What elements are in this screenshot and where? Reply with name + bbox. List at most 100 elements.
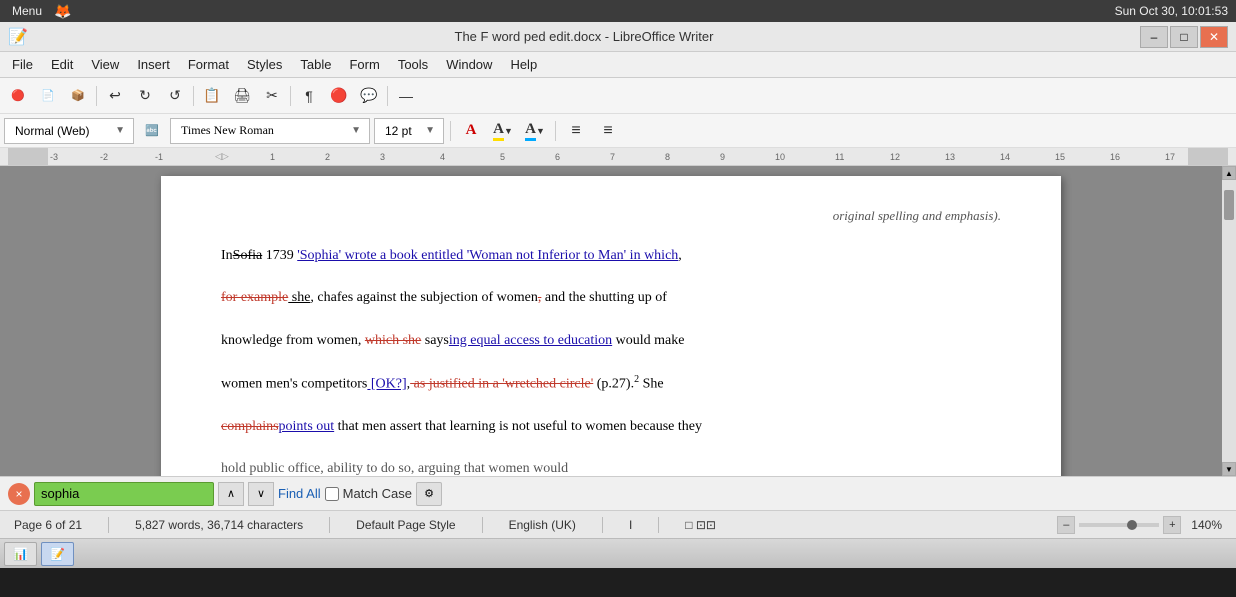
firefox-icon: 🦊 [54,3,71,20]
text-in: In [221,248,233,263]
track-changes-btn[interactable]: 🔴 [325,83,353,109]
menu-form[interactable]: Form [341,55,387,74]
text-she: She [639,377,664,392]
menu-label[interactable]: Menu [8,4,46,18]
scroll-down-btn[interactable]: ▼ [1222,462,1236,476]
titlebar-left: 📝 [8,27,28,47]
text-1739: 1739 [262,248,297,263]
text-women-competitors: women men's competitors [221,377,367,392]
paragraph-style-select[interactable]: Normal (Web) ▼ [4,118,134,144]
macro-record-btn[interactable]: 🔴 [4,83,32,109]
menu-styles[interactable]: Styles [239,55,290,74]
zoom-out-btn[interactable]: – [1057,516,1075,534]
zoom-thumb[interactable] [1127,520,1137,530]
menu-file[interactable]: File [4,55,41,74]
system-bar: Menu 🦊 Sun Oct 30, 10:01:53 [0,0,1236,22]
cut-btn[interactable]: ✂ [258,83,286,109]
match-case-checkbox[interactable] [325,487,339,501]
find-prev-btn[interactable]: ∧ [218,482,244,506]
maximize-button[interactable]: □ [1170,26,1198,48]
text-knowledge: knowledge from women, [221,333,365,348]
text-and-shutting: and the shutting up of [541,290,667,305]
align-right-btn[interactable]: ≡ [594,118,622,144]
find-input[interactable] [34,482,214,506]
font-size-value: 12 pt [379,124,421,138]
fmt-sep1 [450,121,451,141]
character-highlight-btn[interactable]: A ▼ [489,118,517,144]
minimize-button[interactable]: – [1140,26,1168,48]
paragraph-3: knowledge from women, which she saysing … [221,330,1001,352]
page-content: original spelling and emphasis). InSofia… [221,206,1001,476]
find-options-btn[interactable]: ⚙ [416,482,442,506]
character-styles-btn[interactable]: 🔤 [138,118,166,144]
menu-table[interactable]: Table [292,55,339,74]
text-that-men: that men assert that learning is not use… [334,419,702,434]
cursor-pos: I [623,518,638,532]
find-close-btn[interactable]: × [8,483,30,505]
formatting-marks-btn[interactable]: ¶ [295,83,323,109]
scroll-up-btn[interactable]: ▲ [1222,166,1236,180]
macro-run-btn[interactable]: 📦 [64,83,92,109]
paragraph-style-arrow: ▼ [111,125,129,136]
font-size-select[interactable]: 12 pt ▼ [374,118,444,144]
clipboard-btn[interactable]: 📋 [198,83,226,109]
undo-btn[interactable]: ↩ [101,83,129,109]
calc-icon: 📊 [13,547,28,561]
toolbar-sep4 [387,86,388,106]
scroll-thumb[interactable] [1224,190,1234,220]
link-ok: [OK?] [367,377,406,392]
language: English (UK) [503,518,582,532]
highlight-dropdown[interactable]: ▼ [504,126,513,136]
menu-format[interactable]: Format [180,55,237,74]
find-all-label[interactable]: Find All [278,486,321,501]
close-button[interactable]: ✕ [1200,26,1228,48]
toolbar-sep2 [193,86,194,106]
menu-insert[interactable]: Insert [129,55,178,74]
chevron-down-icon: ∨ [257,487,265,500]
zoom-slider[interactable] [1079,523,1159,527]
titlebar-controls[interactable]: – □ ✕ [1140,26,1228,48]
comment-btn[interactable]: 💬 [355,83,383,109]
findbar: × ∧ ∨ Find All Match Case ⚙ [0,476,1236,510]
text-would-make: would make [612,333,684,348]
macro-stop-btn[interactable]: 📄 [34,83,62,109]
paragraph-4: women men's competitors [OK?], as justif… [221,372,1001,396]
para-before: original spelling and emphasis). [221,206,1001,227]
document-area: original spelling and emphasis). InSofia… [0,166,1222,476]
font-color-btn[interactable]: A [457,118,485,144]
window-title: The F word ped edit.docx - LibreOffice W… [28,29,1140,44]
text-highlight-dropdown[interactable]: ▼ [536,126,545,136]
gear-icon: ⚙ [424,487,434,500]
menu-window[interactable]: Window [438,55,500,74]
find-next-btn[interactable]: ∨ [248,482,274,506]
system-time: Sun Oct 30, 10:01:53 [1115,4,1228,18]
scroll-track[interactable] [1222,180,1236,462]
print-btn[interactable]: 🖨 [228,83,256,109]
main-toolbar: 🔴 📄 📦 ↩ ↻ ↺ 📋 🖨 ✂ ¶ 🔴 💬 — [0,78,1236,114]
font-name-select[interactable]: Times New Roman ▼ [170,118,370,144]
writer-taskbar-btn[interactable]: 📝 [41,542,74,566]
page-info: Page 6 of 21 [8,518,88,532]
menu-view[interactable]: View [83,55,127,74]
text-complains-deleted: complains [221,419,279,434]
text-hold-public: hold public office, ability to do so, ar… [221,461,568,476]
document-page[interactable]: original spelling and emphasis). InSofia… [161,176,1061,476]
paragraph-1: InSofia 1739 'Sophia' wrote a book entit… [221,245,1001,267]
menu-help[interactable]: Help [502,55,545,74]
close-icon: × [15,487,22,501]
align-left-btn[interactable]: ≡ [562,118,590,144]
redo-btn[interactable]: ↻ [131,83,159,109]
menu-edit[interactable]: Edit [43,55,81,74]
app-icon: 📝 [8,27,28,47]
text-highlight-btn[interactable]: A ▼ [521,118,549,144]
link-ing-education: ing equal access to education [449,333,612,348]
ruler: -3 -2 -1 ◁▷ 1 2 3 4 5 6 7 8 9 10 11 12 1… [0,148,1236,166]
chevron-up-icon: ∧ [227,487,235,500]
calc-taskbar-btn[interactable]: 📊 [4,542,37,566]
repeat-btn[interactable]: ↺ [161,83,189,109]
insert-line-btn[interactable]: — [392,83,420,109]
paragraph-style-value: Normal (Web) [9,124,111,138]
menu-tools[interactable]: Tools [390,55,436,74]
zoom-in-btn[interactable]: + [1163,516,1181,534]
vertical-scrollbar[interactable]: ▲ ▼ [1222,166,1236,476]
